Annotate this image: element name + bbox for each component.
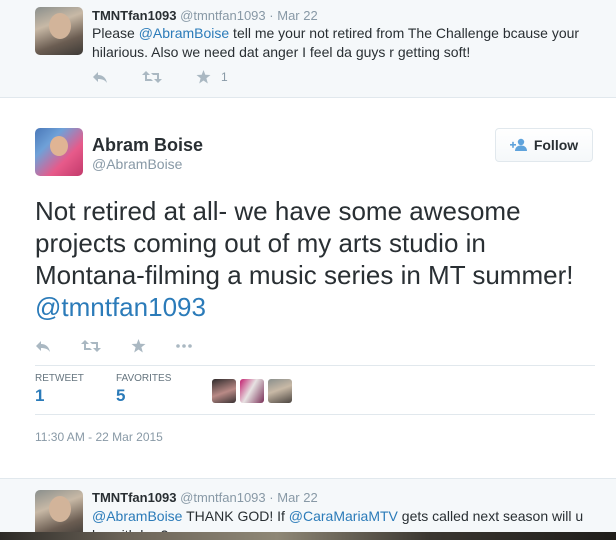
follow-button[interactable]: Follow	[495, 128, 593, 162]
favorite-icon	[196, 70, 211, 84]
tweet-text: Not retired at all- we have some awesome…	[35, 195, 595, 323]
separator: ·	[269, 8, 274, 23]
reply-button[interactable]	[92, 70, 108, 84]
user-name[interactable]: TMNTfan1093	[92, 490, 177, 505]
favoriter-avatar[interactable]	[268, 379, 292, 403]
reply-button[interactable]	[35, 339, 51, 353]
favoriter-avatar[interactable]	[212, 379, 236, 403]
reply-icon	[93, 72, 107, 83]
reply-tweet-top[interactable]: TMNTfan1093 @tmntfan1093 · Mar 22 Please…	[0, 0, 616, 98]
tweet-date[interactable]: Mar 22	[277, 490, 317, 505]
user-handle[interactable]: @AbramBoise	[92, 156, 182, 172]
favoriter-avatar[interactable]	[240, 379, 264, 403]
retweet-count: 1	[35, 386, 45, 405]
tweet-timestamp[interactable]: 11:30 AM - 22 Mar 2015	[35, 430, 163, 444]
tweet-date[interactable]: Mar 22	[277, 8, 317, 23]
user-handle[interactable]: @tmntfan1093	[180, 490, 265, 505]
more-button[interactable]	[176, 344, 192, 348]
tweet-header: TMNTfan1093 @tmntfan1093 · Mar 22	[92, 8, 318, 23]
avatar[interactable]	[35, 7, 83, 55]
reply-icon	[36, 341, 50, 352]
retweet-icon	[81, 340, 101, 352]
user-name[interactable]: Abram Boise	[92, 135, 203, 156]
tweet-actions	[35, 339, 222, 353]
mention-link[interactable]: @CaraMariaMTV	[289, 508, 398, 524]
favorites-count: 5	[116, 386, 126, 405]
favorite-icon	[131, 339, 146, 353]
tweet-text-segment: Not retired at all- we have some awesome…	[35, 196, 574, 290]
favorites-stat[interactable]: FAVORITES 5	[116, 373, 171, 406]
user-handle[interactable]: @tmntfan1093	[180, 8, 265, 23]
tweet-text-segment: Please	[92, 25, 139, 41]
separator: ·	[269, 490, 274, 505]
retweet-stat[interactable]: RETWEET 1	[35, 373, 84, 406]
tweet-header: TMNTfan1093 @tmntfan1093 · Mar 22	[92, 490, 318, 505]
reply-tweet-bottom[interactable]: TMNTfan1093 @tmntfan1093 · Mar 22 @Abram…	[0, 478, 616, 540]
retweet-button[interactable]	[81, 339, 101, 353]
follow-label: Follow	[533, 137, 579, 153]
avatar[interactable]	[35, 128, 83, 176]
follow-person-icon	[509, 138, 527, 151]
tweet-stats: RETWEET 1 FAVORITES 5	[35, 365, 595, 415]
mention-link[interactable]: @tmntfan1093	[35, 292, 206, 322]
main-tweet: Abram Boise @AbramBoise Follow Not retir…	[0, 99, 616, 478]
tweet-text-segment: THANK GOD! If	[182, 508, 289, 524]
mention-link[interactable]: @AbramBoise	[139, 25, 229, 41]
retweet-button[interactable]	[142, 70, 162, 84]
more-icon	[176, 344, 192, 348]
favorite-button[interactable]	[131, 339, 146, 353]
retweet-label: RETWEET	[35, 373, 84, 384]
retweet-icon	[142, 71, 162, 83]
cropped-image-strip	[0, 532, 616, 540]
favorite-count: 1	[221, 70, 228, 84]
tweet-actions: 1	[92, 70, 262, 84]
favorites-label: FAVORITES	[116, 373, 172, 384]
tweet-text: Please @AbramBoise tell me your not reti…	[92, 24, 597, 62]
favorite-button[interactable]: 1	[196, 70, 228, 84]
mention-link[interactable]: @AbramBoise	[92, 508, 182, 524]
avatar[interactable]	[35, 490, 83, 538]
user-name[interactable]: TMNTfan1093	[92, 8, 177, 23]
